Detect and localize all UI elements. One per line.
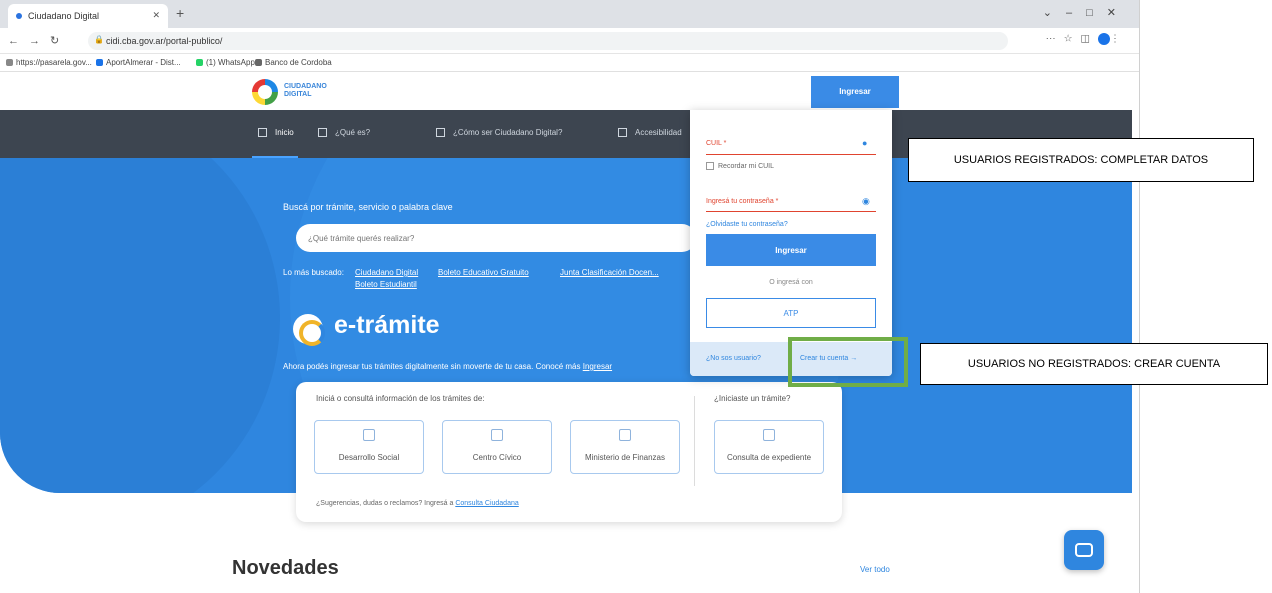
nav-item-como-ser[interactable]: ¿Cómo ser Ciudadano Digital? bbox=[436, 128, 562, 138]
guide-icon bbox=[436, 128, 445, 138]
ver-todo-link[interactable]: Ver todo bbox=[860, 565, 890, 574]
logo-text: CIUDADANO DIGITAL bbox=[284, 83, 327, 98]
remember-checkbox[interactable]: Recordar mi CUIL bbox=[706, 162, 774, 170]
browser-tab[interactable]: Ciudadano Digital ✕ bbox=[8, 4, 168, 28]
etramite-title: e-trámite bbox=[334, 311, 440, 339]
eye-icon[interactable]: ◉ bbox=[862, 196, 870, 207]
bookmarks-bar: https://pasarela.gov... AportAlmerar - D… bbox=[0, 54, 1139, 72]
bookmark-item[interactable]: Banco de Cordoba bbox=[255, 58, 332, 67]
close-tab-icon[interactable]: ✕ bbox=[152, 10, 160, 21]
etramite-description: Ahora podés ingresar tus trámites digita… bbox=[283, 362, 613, 371]
chat-button[interactable] bbox=[1064, 530, 1104, 570]
search-input[interactable] bbox=[296, 224, 696, 252]
callout-unregistered: USUARIOS NO REGISTRADOS: CREAR CUENTA bbox=[920, 343, 1268, 385]
lock-icon: 🔒 bbox=[94, 35, 104, 44]
ciudadano-digital-logo-icon[interactable] bbox=[252, 79, 278, 105]
card-footer: ¿Sugerencias, dudas o reclamos? Ingresá … bbox=[316, 500, 519, 507]
card-title: Iniciá o consultá información de los trá… bbox=[316, 394, 485, 403]
bookmark-item[interactable]: (1) WhatsApp bbox=[196, 58, 255, 67]
callout-registered: USUARIOS REGISTRADOS: COMPLETAR DATOS bbox=[908, 138, 1254, 182]
tramites-card: Iniciá o consultá información de los trá… bbox=[296, 382, 842, 522]
window-controls[interactable]: ⌄–□✕ bbox=[1043, 6, 1130, 19]
popular-link[interactable]: Junta Clasificación Docen... bbox=[560, 268, 659, 277]
forgot-password-link[interactable]: ¿Olvidaste tu contraseña? bbox=[706, 221, 788, 228]
popular-link[interactable]: Boleto Estudiantil bbox=[355, 280, 417, 289]
ingresar-button[interactable]: Ingresar bbox=[811, 76, 899, 108]
consulta-ciudadana-link[interactable]: Consulta Ciudadana bbox=[455, 500, 518, 507]
etramite-link[interactable]: Ingresar bbox=[583, 362, 612, 371]
url-field[interactable]: 🔒 cidi.cba.gov.ar/portal-publico/ bbox=[88, 32, 1008, 50]
browser-window: Ciudadano Digital ✕ + ⌄–□✕ ←→↻ 🔒 cidi.cb… bbox=[0, 0, 1140, 593]
hero-decoration bbox=[0, 158, 280, 493]
cuil-label: CUIL * bbox=[706, 140, 727, 147]
chat-icon bbox=[1075, 543, 1093, 557]
bookmark-item[interactable]: AportAlmerar - Dist... bbox=[96, 58, 181, 67]
password-field[interactable] bbox=[706, 211, 876, 212]
tab-bar: Ciudadano Digital ✕ + ⌄–□✕ bbox=[0, 0, 1139, 28]
address-bar: ←→↻ 🔒 cidi.cba.gov.ar/portal-publico/ ⋯☆… bbox=[0, 28, 1139, 54]
user-icon: ● bbox=[862, 138, 868, 148]
accessibility-icon bbox=[618, 128, 627, 138]
site-header: CIUDADANO DIGITAL Ingresar bbox=[0, 72, 1132, 110]
etramite-logo-icon bbox=[293, 314, 325, 346]
not-user-text: ¿No sos usuario? bbox=[706, 355, 761, 362]
cuil-field[interactable] bbox=[706, 154, 876, 155]
home-icon bbox=[258, 128, 267, 138]
popular-link[interactable]: Boleto Educativo Gratuito bbox=[438, 268, 529, 277]
screenshot-root: Ciudadano Digital ✕ + ⌄–□✕ ←→↻ 🔒 cidi.cb… bbox=[0, 0, 1272, 593]
or-separator: O ingresá con bbox=[769, 279, 813, 286]
building-icon bbox=[363, 429, 375, 441]
nav-item-inicio[interactable]: Inicio bbox=[252, 128, 298, 160]
favicon-icon bbox=[16, 13, 22, 19]
new-tab-icon[interactable]: + bbox=[176, 5, 184, 21]
novedades-title: Novedades bbox=[232, 557, 339, 579]
building-icon bbox=[491, 429, 503, 441]
popular-label: Lo más buscado: bbox=[283, 268, 344, 277]
folder-icon bbox=[763, 429, 775, 441]
tab-title: Ciudadano Digital bbox=[28, 11, 100, 21]
nav-item-que-es[interactable]: ¿Qué es? bbox=[318, 128, 370, 138]
search-label: Buscá por trámite, servicio o palabra cl… bbox=[283, 202, 453, 212]
bookmark-item[interactable]: https://pasarela.gov... bbox=[6, 58, 92, 67]
highlight-box bbox=[788, 337, 908, 387]
atp-button[interactable]: ATP bbox=[706, 298, 876, 328]
extension-icons[interactable]: ⋯☆◫ ⋮ bbox=[1046, 33, 1128, 45]
profile-icon[interactable] bbox=[1098, 33, 1110, 45]
tile-centro-civico[interactable]: Centro Cívico bbox=[442, 420, 552, 474]
info-icon bbox=[318, 128, 327, 138]
password-label: Ingresá tu contraseña * bbox=[706, 198, 779, 205]
login-submit-button[interactable]: Ingresar bbox=[706, 234, 876, 266]
tile-ministerio-finanzas[interactable]: Ministerio de Finanzas bbox=[570, 420, 680, 474]
card-divider bbox=[694, 396, 695, 486]
nav-item-accesibilidad[interactable]: Accesibilidad bbox=[618, 128, 682, 138]
popular-link[interactable]: Ciudadano Digital bbox=[355, 268, 418, 277]
url-text: cidi.cba.gov.ar/portal-publico/ bbox=[106, 36, 223, 46]
tile-consulta-expediente[interactable]: Consulta de expediente bbox=[714, 420, 824, 474]
card-title-right: ¿Iniciaste un trámite? bbox=[714, 394, 791, 403]
building-icon bbox=[619, 429, 631, 441]
navigation-buttons[interactable]: ←→↻ bbox=[8, 34, 69, 47]
tile-desarrollo-social[interactable]: Desarrollo Social bbox=[314, 420, 424, 474]
